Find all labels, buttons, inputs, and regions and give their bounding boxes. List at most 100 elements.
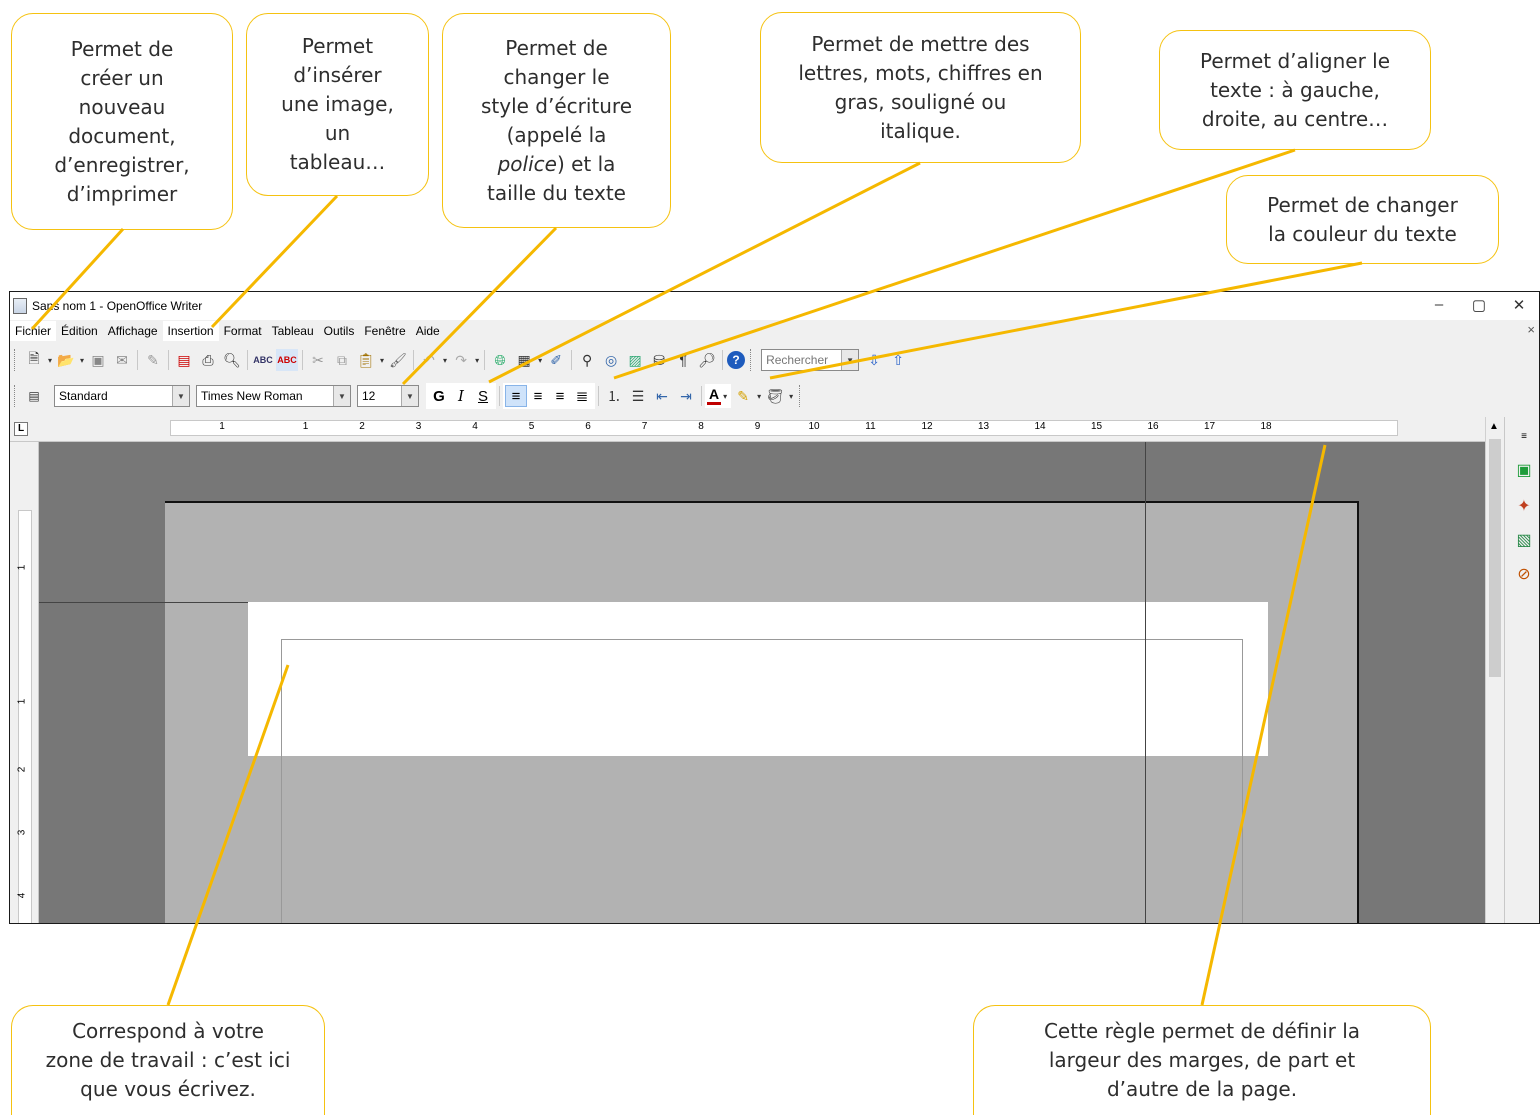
menu-fenetre[interactable]: Fenêtre [359, 321, 410, 341]
preview-icon[interactable]: 🔍︎ [221, 349, 243, 371]
styles-icon[interactable]: ✦ [1513, 495, 1535, 517]
toolbar-separator [598, 386, 599, 406]
navigator-icon[interactable]: ◎ [600, 349, 622, 371]
background-color-icon[interactable]: 🪣︎ [764, 385, 786, 407]
copy-icon[interactable]: ⧉ [331, 349, 353, 371]
increase-indent-icon[interactable]: ⇥ [675, 385, 697, 407]
toolbar-separator [413, 350, 415, 370]
writer-app-icon [13, 298, 27, 314]
help-icon[interactable]: ? [727, 351, 746, 369]
tab-stop-type-icon[interactable]: L [14, 422, 28, 436]
font-name-value: Times New Roman [201, 389, 303, 403]
find-next-arrow-down-icon[interactable]: ⇩ [863, 349, 885, 371]
redo-dropdown-icon[interactable]: ▾ [475, 356, 479, 365]
align-center-icon[interactable]: ≡ [527, 385, 549, 407]
document-area[interactable] [39, 442, 1485, 923]
email-icon[interactable]: ✉ [111, 349, 133, 371]
new-icon[interactable]: 🗎 [23, 349, 45, 371]
scrollbar-thumb[interactable] [1489, 439, 1501, 677]
menu-fichier[interactable]: Fichier [10, 321, 57, 341]
styles-list-icon[interactable]: ▤ [23, 385, 45, 407]
menu-edition[interactable]: Édition [56, 321, 103, 341]
font-size-select[interactable]: 12 ▼ [357, 385, 419, 407]
navigator-icon[interactable]: ⊘ [1513, 563, 1535, 585]
toolbar-grip[interactable] [750, 349, 754, 371]
find-previous-arrow-up-icon[interactable]: ⇧ [887, 349, 909, 371]
vertical-ruler[interactable]: 1 1 2 3 4 [10, 442, 39, 923]
edit-icon[interactable]: ✎ [142, 349, 164, 371]
highlight-dropdown-icon[interactable]: ▾ [757, 392, 761, 401]
close-document-icon[interactable]: × [1527, 322, 1535, 337]
datasource-icon[interactable]: ⛁ [648, 349, 670, 371]
search-dropdown-icon[interactable]: ▼ [841, 350, 859, 370]
menu-outils[interactable]: Outils [319, 321, 360, 341]
redo-icon[interactable]: ↷ [450, 349, 472, 371]
hyperlink-icon[interactable]: 🌐︎ [489, 349, 511, 371]
new-dropdown-icon[interactable]: ▾ [48, 356, 52, 365]
title-bar: Sans nom 1 - OpenOffice Writer – ▢ ✕ [10, 292, 1539, 320]
scroll-up-icon[interactable]: ▲ [1489, 421, 1499, 432]
numbered-list-icon[interactable]: ⒈ [603, 385, 625, 407]
background-color-dropdown-icon[interactable]: ▾ [789, 392, 793, 401]
draw-icon[interactable]: ✐ [545, 349, 567, 371]
underline-button[interactable]: S [472, 385, 494, 407]
decrease-indent-icon[interactable]: ⇤ [651, 385, 673, 407]
highlight-icon[interactable]: ✎ [732, 385, 754, 407]
bold-button[interactable]: G [428, 385, 450, 407]
toolbar-grip[interactable] [14, 385, 18, 407]
align-left-icon[interactable]: ≡ [505, 385, 527, 407]
properties-icon[interactable]: ▣ [1513, 459, 1535, 481]
print-icon[interactable]: ⎙ [197, 349, 219, 371]
justify-icon[interactable]: ≣ [571, 385, 593, 407]
font-color-dropdown-icon[interactable]: ▾ [723, 392, 727, 401]
font-name-dropdown-icon[interactable]: ▼ [333, 386, 350, 406]
undo-dropdown-icon[interactable]: ▾ [443, 356, 447, 365]
gallery-icon[interactable]: ▧ [1513, 529, 1535, 551]
minimize-button[interactable]: – [1419, 296, 1459, 313]
close-button[interactable]: ✕ [1499, 296, 1539, 314]
sidebar-menu-icon[interactable]: ≡ [1513, 425, 1535, 447]
find-icon[interactable]: ⚲ [576, 349, 598, 371]
open-icon[interactable]: 📂 [55, 349, 77, 371]
paragraph-style-dropdown-icon[interactable]: ▼ [172, 386, 189, 406]
cut-icon[interactable]: ✂ [307, 349, 329, 371]
table-dropdown-icon[interactable]: ▾ [538, 356, 542, 365]
paste-dropdown-icon[interactable]: ▾ [380, 356, 384, 365]
menu-format[interactable]: Format [219, 321, 267, 341]
toolbar-separator [168, 350, 170, 370]
table-icon[interactable]: ▦ [513, 349, 535, 371]
toolbar-grip[interactable] [14, 349, 18, 371]
font-name-select[interactable]: Times New Roman ▼ [196, 385, 351, 407]
guide-line [1145, 442, 1146, 923]
ruler-tick-label: 16 [1147, 421, 1159, 432]
search-input[interactable]: Rechercher ▼ [761, 349, 860, 371]
menu-tableau[interactable]: Tableau [267, 321, 319, 341]
clone-icon[interactable]: 🖌︎ [387, 349, 409, 371]
autospell-icon[interactable]: ABC [276, 349, 299, 371]
paragraph-style-select[interactable]: Standard ▼ [54, 385, 190, 407]
menu-affichage[interactable]: Affichage [103, 321, 163, 341]
font-size-dropdown-icon[interactable]: ▼ [401, 386, 418, 406]
paragraph-style-value: Standard [59, 389, 108, 403]
align-right-icon[interactable]: ≡ [549, 385, 571, 407]
menu-aide[interactable]: Aide [411, 321, 445, 341]
font-color-icon[interactable]: A [707, 387, 722, 405]
save-icon[interactable]: ▣ [87, 349, 109, 371]
undo-icon[interactable]: ↶ [418, 349, 440, 371]
vertical-ruler-tick-label: 3 [16, 829, 28, 836]
zoom-icon[interactable]: 🔎︎ [696, 349, 718, 371]
vertical-scrollbar[interactable]: ▲ [1485, 417, 1504, 923]
toolbar-grip[interactable] [799, 385, 803, 407]
spellcheck-icon[interactable]: ABC [252, 349, 274, 371]
font-size-value: 12 [362, 389, 376, 403]
paste-icon[interactable]: 📋︎ [355, 349, 377, 371]
pilcrow-icon[interactable]: ¶ [672, 349, 694, 371]
italic-button[interactable]: I [450, 385, 472, 407]
bullet-list-icon[interactable]: ☰ [627, 385, 649, 407]
horizontal-ruler[interactable]: L 1 1 2 3 4 5 6 7 8 9 10 11 12 13 14 15 16 17 18 [10, 417, 1485, 442]
pdf-icon[interactable]: ▤ [173, 349, 195, 371]
restore-button[interactable]: ▢ [1459, 296, 1499, 314]
gallery-icon[interactable]: ▨ [624, 349, 646, 371]
open-dropdown-icon[interactable]: ▾ [80, 356, 84, 365]
menu-insertion[interactable]: Insertion [162, 321, 219, 341]
